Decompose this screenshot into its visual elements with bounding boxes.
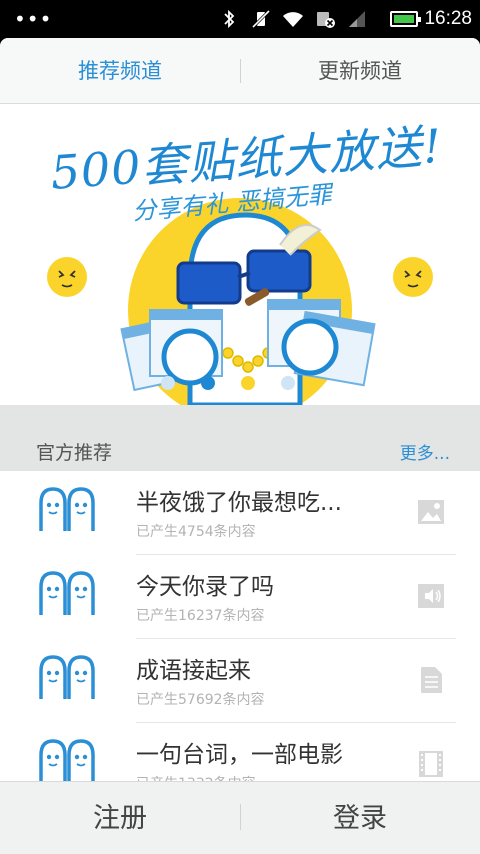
wifi-icon	[283, 12, 303, 27]
section-header: 官方推荐 更多...	[0, 405, 480, 471]
item-count: 已产生4754条内容	[136, 524, 256, 540]
item-count: 已产生57692条内容	[136, 692, 265, 708]
item-title: 一句台词，一部电影	[136, 742, 343, 768]
bluetooth-icon	[224, 9, 235, 29]
promo-banner[interactable]: 500套贴纸大放送! 分享有礼 恶搞无罪	[0, 105, 480, 405]
login-button[interactable]: 登录	[240, 782, 480, 854]
register-button[interactable]: 注册	[0, 782, 240, 854]
status-bar: ••• 16:28	[0, 0, 480, 38]
item-title: 今天你录了吗	[136, 574, 274, 600]
list-item[interactable]: 半夜饿了你最想吃... 已产生4754条内容	[0, 471, 480, 555]
app-window: 推荐频道 更新频道 500套贴纸大放送! 分享有礼 恶搞无罪 官方推荐 更多..…	[0, 38, 480, 854]
channel-avatar-icon	[39, 655, 95, 699]
status-icons	[218, 9, 368, 29]
list-item[interactable]: 今天你录了吗 已产生16237条内容	[0, 555, 480, 639]
audio-icon	[418, 584, 444, 608]
vibrate-mute-icon	[251, 9, 271, 29]
signal-icon	[349, 11, 365, 27]
section-title: 官方推荐	[36, 442, 113, 464]
video-icon	[419, 751, 443, 777]
battery-icon	[390, 11, 421, 27]
sim-off-icon	[317, 12, 335, 28]
channel-list: 半夜饿了你最想吃... 已产生4754条内容 今天你录了吗 已产生16237条内…	[0, 471, 480, 781]
tab-recommended[interactable]: 推荐频道	[0, 38, 240, 104]
list-item[interactable]: 一句台词，一部电影 已产生1332条内容	[0, 723, 480, 781]
channel-avatar-icon	[39, 571, 95, 615]
tab-updated[interactable]: 更新频道	[240, 38, 480, 104]
item-count: 已产生16237条内容	[136, 608, 265, 624]
more-link[interactable]: 更多...	[400, 439, 450, 464]
channel-avatar-icon	[39, 739, 95, 781]
menu-dots-icon: •••	[14, 7, 53, 31]
item-count: 已产生1332条内容	[136, 773, 256, 781]
item-title: 成语接起来	[136, 658, 251, 684]
channel-tabs: 推荐频道 更新频道	[0, 38, 480, 104]
list-item[interactable]: 成语接起来 已产生57692条内容	[0, 639, 480, 723]
document-icon	[421, 667, 442, 693]
item-title: 半夜饿了你最想吃...	[136, 490, 342, 516]
channel-avatar-icon	[39, 487, 95, 531]
bottom-bar: 注册 登录	[0, 781, 480, 854]
image-icon	[418, 500, 444, 524]
status-time: 16:28	[424, 8, 472, 29]
